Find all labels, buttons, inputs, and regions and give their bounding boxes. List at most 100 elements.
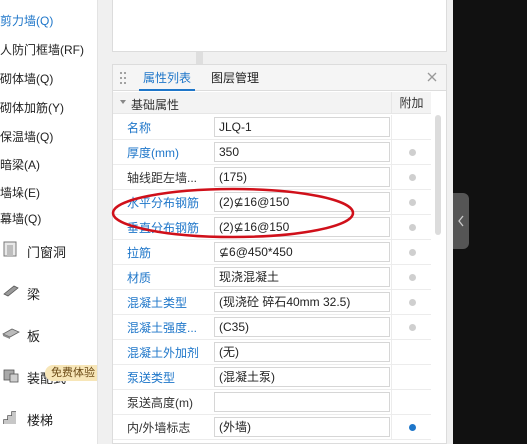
property-name: 垂直分布钢筋: [127, 221, 200, 235]
middle-panel: 属性列表 图层管理 基础属性 附加 名称 JLQ-1 厚度(mm) 350 轴线距左墙.…: [98, 0, 453, 444]
section-header-basic[interactable]: 基础属性: [113, 92, 431, 114]
tree-item[interactable]: 幕墙(Q): [0, 210, 41, 228]
attach-cell: [391, 390, 431, 415]
property-name: 内/外墙标志: [127, 421, 191, 435]
property-row: 混凝土强度... (C35): [113, 315, 431, 340]
tab-property-list[interactable]: 属性列表: [139, 65, 196, 91]
tab-layer-management[interactable]: 图层管理: [207, 65, 263, 91]
property-name: 名称: [127, 121, 152, 135]
property-value-field[interactable]: (175): [214, 167, 390, 187]
attach-cell: [391, 115, 431, 140]
attach-radio[interactable]: [409, 224, 416, 231]
attach-radio[interactable]: [409, 249, 416, 256]
attach-cell: [391, 215, 431, 240]
attach-cell: [391, 240, 431, 265]
tree-item[interactable]: 剪力墙(Q): [0, 12, 53, 30]
category-label: 板: [27, 329, 41, 344]
property-scrollbar[interactable]: [433, 115, 443, 443]
category-item[interactable]: 楼梯: [0, 401, 97, 443]
attach-radio[interactable]: [409, 324, 416, 331]
attach-column-header: 附加: [391, 92, 431, 114]
attach-radio[interactable]: [409, 274, 416, 281]
attach-cell: [391, 365, 431, 390]
component-tree-panel: 剪力墙(Q) 人防门框墙(RF) 砌体墙(Q) 砌体加筋(Y) 保温墙(Q) 暗梁(A) 墙…: [0, 0, 98, 444]
property-row: 泵送高度(m): [113, 390, 431, 415]
property-name: 混凝土外加剂: [127, 346, 200, 360]
property-row: 泵送类型 (混凝土泵): [113, 365, 431, 390]
attach-cell: [391, 265, 431, 290]
tree-item[interactable]: 砌体墙(Q): [0, 70, 53, 88]
property-row: 垂直分布钢筋 (2)⊈16@150: [113, 215, 431, 240]
property-row: 厚度(mm) 350: [113, 140, 431, 165]
property-name: 轴线距左墙...: [127, 171, 198, 185]
property-row: 水平分布钢筋 (2)⊈16@150: [113, 190, 431, 215]
tree-item[interactable]: 砌体加筋(Y): [0, 99, 64, 117]
category-item[interactable]: 板: [0, 317, 97, 359]
property-row: 名称 JLQ-1: [113, 115, 431, 140]
attach-radio[interactable]: [409, 174, 416, 181]
property-value-field[interactable]: 350: [214, 142, 390, 162]
slab-icon: [2, 328, 20, 339]
property-panel: 属性列表 图层管理 基础属性 附加 名称 JLQ-1 厚度(mm) 350 轴线距左墙.…: [112, 64, 447, 444]
property-value-field[interactable]: (外墙): [214, 417, 390, 437]
attach-cell: [391, 140, 431, 165]
property-value-field[interactable]: (混凝土泵): [214, 367, 390, 387]
tree-item[interactable]: 人防门框墙(RF): [0, 41, 84, 59]
attach-cell: [391, 315, 431, 340]
property-name: 厚度(mm): [127, 146, 179, 160]
category-label: 门窗洞: [27, 245, 67, 260]
beam-icon: [3, 285, 19, 297]
property-name: 混凝土强度...: [127, 321, 198, 335]
attach-cell: [391, 165, 431, 190]
property-value-field[interactable]: (2)⊈16@150: [214, 217, 390, 237]
property-value-field[interactable]: [214, 392, 390, 412]
property-row: 混凝土类型 (现浇砼 碎石40mm 32.5): [113, 290, 431, 315]
property-name: 水平分布钢筋: [127, 196, 200, 210]
free-trial-badge[interactable]: 免费体验: [45, 365, 97, 381]
property-value-field[interactable]: (C35): [214, 317, 390, 337]
property-value-field[interactable]: (2)⊈16@150: [214, 192, 390, 212]
attach-radio[interactable]: [409, 299, 416, 306]
category-label: 楼梯: [27, 413, 54, 428]
tree-item[interactable]: 保温墙(Q): [0, 128, 53, 146]
stairs-icon: [3, 411, 16, 424]
property-tab-bar: 属性列表 图层管理: [113, 65, 446, 91]
tree-item[interactable]: 暗梁(A): [0, 156, 40, 174]
attach-cell: [391, 290, 431, 315]
category-item[interactable]: 门窗洞: [0, 233, 97, 275]
attach-cell: [391, 340, 431, 365]
attach-radio[interactable]: [409, 149, 416, 156]
chevron-left-icon: [458, 215, 464, 227]
property-row: 混凝土外加剂 (无): [113, 340, 431, 365]
property-name: 混凝土类型: [127, 296, 188, 310]
property-row: 内/外墙标志 (外墙): [113, 415, 431, 440]
category-label: 梁: [27, 287, 41, 302]
collapse-caret-icon[interactable]: [120, 100, 126, 104]
component-list-box: [112, 0, 447, 52]
attach-radio[interactable]: [409, 199, 416, 206]
property-row: 材质 现浇混凝土: [113, 265, 431, 290]
attach-radio[interactable]: [409, 424, 416, 431]
property-value-field[interactable]: 现浇混凝土: [214, 267, 390, 287]
door-window-icon: [3, 241, 17, 257]
property-value-field[interactable]: ⊈6@450*450: [214, 242, 390, 262]
property-name: 拉筋: [127, 246, 152, 260]
prefab-icon: [3, 369, 19, 383]
panel-collapse-toggle[interactable]: [453, 193, 469, 249]
property-name: 泵送高度(m): [127, 396, 193, 410]
property-value-field[interactable]: (现浇砼 碎石40mm 32.5): [214, 292, 390, 312]
tree-item[interactable]: 墙垛(E): [0, 184, 40, 202]
drag-handle-icon[interactable]: [119, 71, 127, 85]
property-row: 拉筋 ⊈6@450*450: [113, 240, 431, 265]
property-name: 泵送类型: [127, 371, 176, 385]
section-title: 基础属性: [131, 98, 180, 112]
property-name: 材质: [127, 271, 152, 285]
attach-cell: [391, 190, 431, 215]
close-icon[interactable]: [426, 71, 438, 83]
attach-cell: [391, 415, 431, 440]
scroll-thumb[interactable]: [435, 115, 441, 235]
property-row: 轴线距左墙... (175): [113, 165, 431, 190]
property-value-field[interactable]: JLQ-1: [214, 117, 390, 137]
property-value-field[interactable]: (无): [214, 342, 390, 362]
category-item[interactable]: 梁: [0, 275, 97, 317]
